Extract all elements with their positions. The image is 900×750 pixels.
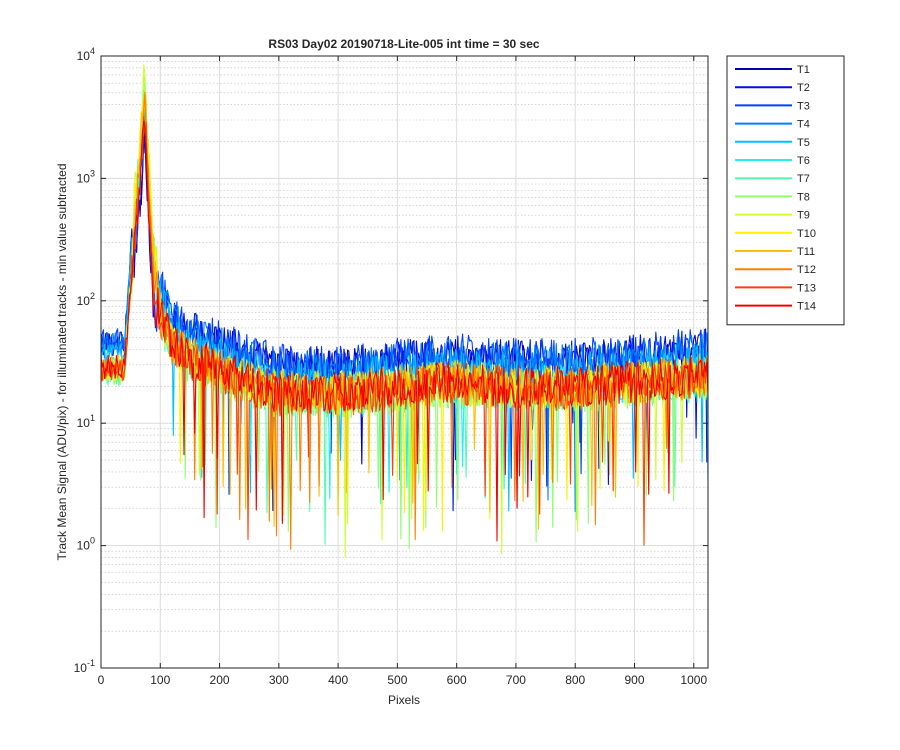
legend-label-t9: T9 [797,210,810,222]
legend-box [726,55,845,326]
chart-title: RS03 Day02 20190718-Lite-005 int time = … [268,37,539,51]
x-tick-label: 700 [506,673,526,687]
x-tick-label: 200 [210,673,230,687]
x-axis-label: Pixels [388,693,420,707]
legend-label-t8: T8 [797,191,810,203]
legend: T1 T2 T3 T4 T5 T6 T7 T8 T9 T10 T11 T12 T13 T14 [726,55,845,326]
x-tick-label: 500 [387,673,407,687]
legend-label-t2: T2 [797,82,810,94]
legend-label-t10: T10 [797,228,816,240]
x-tick-label: 0 [98,673,105,687]
legend-label-t1: T1 [797,64,810,76]
legend-label-t14: T14 [797,301,816,313]
legend-label-t5: T5 [797,137,810,149]
x-tick-label: 900 [624,673,644,687]
legend-label-t3: T3 [797,100,810,112]
legend-label-t12: T12 [797,264,816,276]
x-tick-label: 300 [269,673,289,687]
x-tick-label: 1000 [680,673,707,687]
x-tick-label: 400 [328,673,348,687]
legend-label-t6: T6 [797,155,810,167]
legend-label-t13: T13 [797,282,816,294]
x-tick-label: 600 [447,673,467,687]
legend-label-t7: T7 [797,173,810,185]
legend-label-t11: T11 [797,246,815,258]
y-axis-label: Track Mean Signal (ADU/pix) - for illumi… [55,163,69,560]
legend-label-t4: T4 [797,119,810,131]
chart: 10-11001011021031040 100 200 300 400 500 600 70… [0,0,900,750]
x-tick-label: 100 [150,673,170,687]
x-tick-label: 800 [565,673,585,687]
